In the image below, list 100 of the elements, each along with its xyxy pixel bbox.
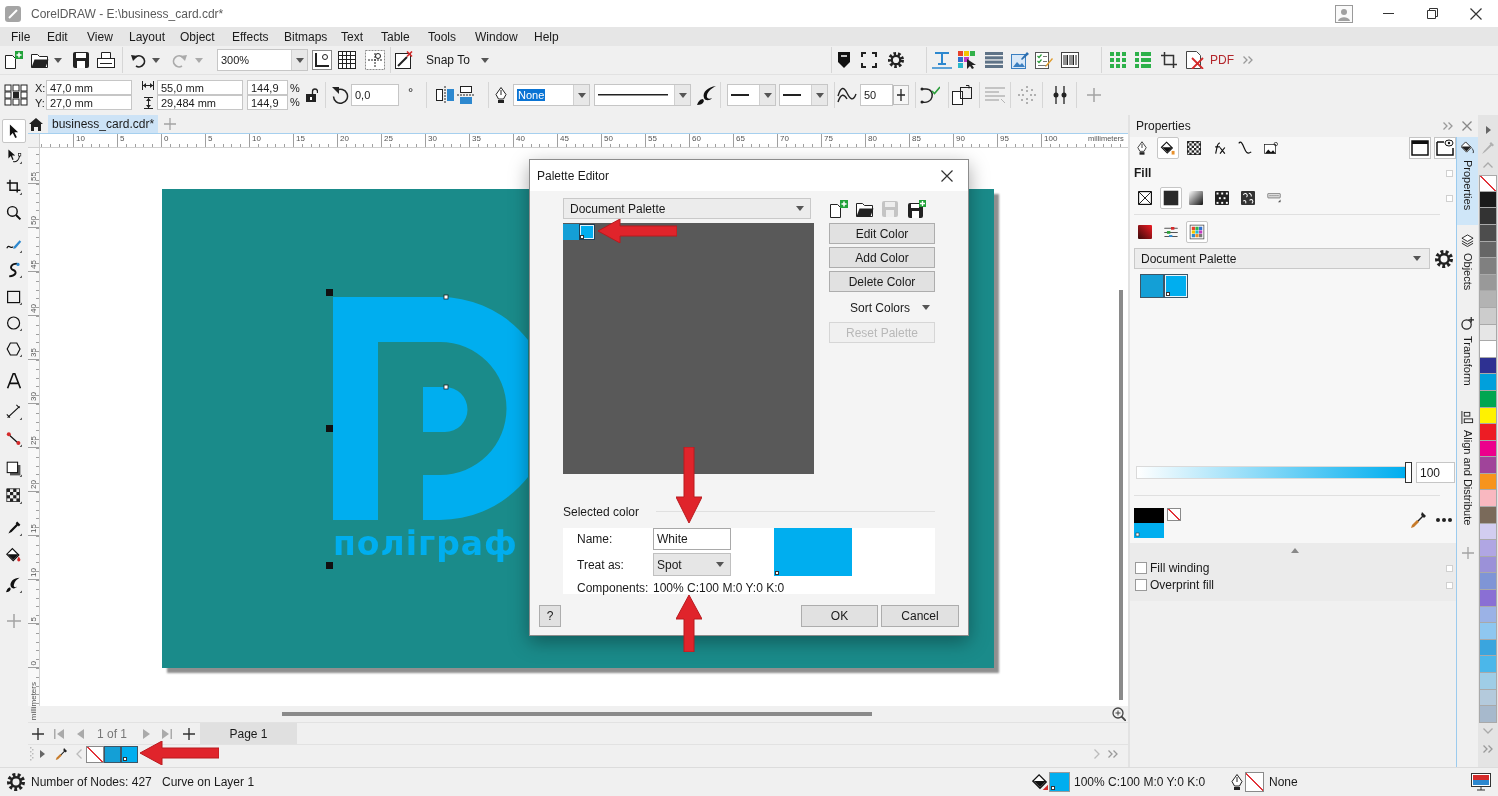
selection-handle-icon[interactable] [326,425,333,432]
checklist-icon[interactable] [1035,51,1053,69]
dialog-button[interactable]: Edit Color [829,223,935,244]
caret-icon[interactable] [480,57,489,63]
caret-right-icon[interactable] [1485,126,1491,134]
docker-tab[interactable]: Align and Distribute [1457,407,1478,526]
sort-dropdown[interactable]: Sort Colors [829,297,935,318]
padlock-icon[interactable] [306,88,318,102]
color-swatch-icon[interactable] [1479,706,1497,723]
connector-line-icon[interactable] [5,430,23,448]
folder-icon[interactable] [856,201,874,217]
color-swatch-icon[interactable] [563,224,579,240]
width-arrows-icon[interactable] [142,81,154,90]
rotation-field[interactable]: 0,0 [351,84,399,106]
ok-button[interactable]: OK [801,605,878,627]
color-swatch-icon[interactable] [1479,507,1497,524]
more-icon[interactable] [1436,518,1452,522]
pen-nib-icon[interactable] [495,87,507,103]
arrow-pointer-icon[interactable] [2,119,26,143]
treat-as-select[interactable]: Spot [653,553,731,576]
restore-icon[interactable] [1426,8,1438,19]
color-swatch-icon[interactable] [1479,540,1497,557]
node-arrow-icon[interactable] [5,147,23,165]
height-arrows-icon[interactable] [143,97,153,109]
docker-tab[interactable]: Objects [1457,230,1478,296]
color-swatch-icon[interactable] [1479,258,1497,275]
slider-thumb[interactable] [1405,462,1412,483]
fx-icon[interactable] [1212,140,1228,156]
caret-icon[interactable] [152,57,160,63]
add-page-icon[interactable] [183,727,195,740]
account-icon[interactable] [1335,4,1353,23]
palette-dropdown[interactable]: Document Palette [1134,248,1430,269]
caret-icon[interactable] [716,562,724,567]
sliders-icon[interactable] [1163,225,1179,239]
caret-icon[interactable] [577,92,586,98]
crossed-document-icon[interactable] [1186,51,1204,69]
texture-fill-icon[interactable] [1240,190,1256,206]
dimension-line-icon[interactable] [5,403,23,421]
color-swatch-icon[interactable] [1479,341,1497,358]
eyedropper-icon[interactable] [55,748,67,760]
frame-corners-icon[interactable] [861,52,877,68]
pdf-label[interactable]: PDF [1210,53,1234,67]
color-name-field[interactable]: White [653,528,731,550]
color-swatch-icon[interactable] [1164,274,1188,298]
color-swatch-icon[interactable] [579,224,595,240]
document-tab[interactable]: business_card.cdr* [48,115,158,133]
drop-shadow-icon[interactable] [5,460,23,478]
menu-item[interactable]: View [87,29,113,44]
menu-item[interactable]: Text [341,29,363,44]
save-as-icon[interactable] [908,200,926,218]
caret-icon[interactable] [922,305,931,310]
zoom-combo[interactable]: 300% [217,49,308,71]
palette-dropdown[interactable]: Document Palette [563,198,811,219]
checkerboard-icon[interactable] [1186,140,1202,156]
help-button[interactable]: ? [539,605,561,627]
layers-icon[interactable] [1461,234,1474,247]
brush-swirl-icon[interactable] [5,576,23,594]
vertical-scrollbar[interactable] [1118,290,1123,700]
barcode-icon[interactable] [1061,52,1079,68]
minimize-icon[interactable] [1382,13,1394,14]
add-page-icon[interactable] [32,727,44,740]
menu-item[interactable]: Bitmaps [284,29,328,44]
print-icon[interactable] [97,52,115,68]
color-swatch-icon[interactable] [1479,291,1497,308]
caret-icon[interactable] [295,57,304,63]
circle-plus-icon[interactable] [1461,317,1474,330]
mirror-vertical-icon[interactable] [457,86,475,104]
checkbox[interactable] [1135,562,1147,574]
crop-frame-icon[interactable] [1161,52,1177,68]
tag-icon[interactable] [836,52,852,68]
home-icon[interactable] [29,117,43,131]
plus-button-icon[interactable] [893,85,909,105]
gradient-fill-icon[interactable] [1188,190,1204,206]
eyedropper-icon[interactable] [5,519,23,537]
color-swatch-icon[interactable] [1479,424,1497,441]
origin-grid-icon[interactable] [4,84,28,106]
text-baseline-icon[interactable] [932,51,952,69]
line-end-combo[interactable] [779,84,828,106]
menu-item[interactable]: Layout [129,29,166,44]
color-grid-icon[interactable] [958,51,976,69]
new-document-icon[interactable] [5,51,23,69]
x-position-field[interactable]: 47,0 mm [46,80,132,95]
color-swatch-icon[interactable] [104,745,121,763]
color-swatch-icon[interactable] [1479,208,1497,225]
smoothing-icon[interactable] [837,87,857,103]
docker-tab[interactable]: Transform [1457,313,1478,391]
selection-handle-icon[interactable] [326,289,333,296]
page-tab[interactable]: Page 1 [200,723,297,744]
no-color-swatch-icon[interactable] [86,745,104,763]
menu-item[interactable]: Help [534,29,559,44]
height-field[interactable]: 29,484 mm [157,95,243,110]
caret-icon[interactable] [678,92,687,98]
scale-field[interactable]: 144,9 [247,80,288,95]
rectangle-icon[interactable] [5,288,23,306]
undo-icon[interactable] [131,52,147,68]
y-position-field[interactable]: 27,0 mm [46,95,132,110]
color-swatch-icon[interactable] [1479,590,1497,607]
hexagon-icon[interactable] [5,340,23,358]
color-swatch-icon[interactable] [1479,374,1497,391]
selection-handle-icon[interactable] [326,562,333,569]
